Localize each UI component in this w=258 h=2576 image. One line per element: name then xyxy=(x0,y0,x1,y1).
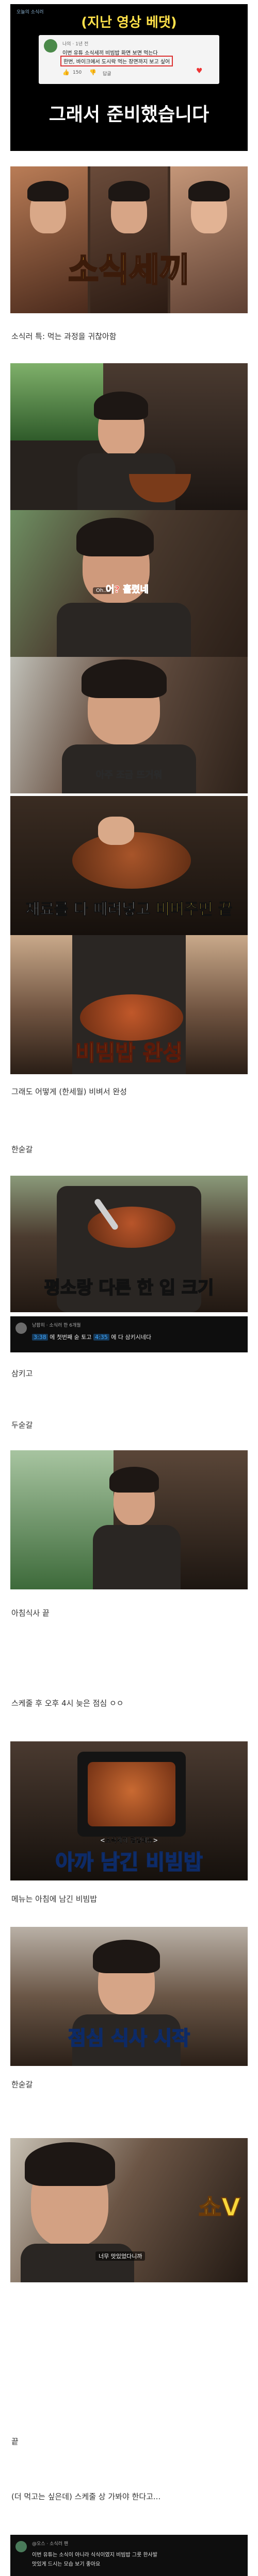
mixing-subtitle-yellow: 비벼주면 끝 xyxy=(155,901,233,919)
comment-username: 낭팝히 · 소식러 한 6개월 xyxy=(32,1323,81,1328)
title-soshik-sekki: 소식세끼 xyxy=(10,244,248,291)
menu-note: <소식세끼 점심메뉴> xyxy=(100,1837,158,1844)
caption-one-spoon-again: 한숟갈 xyxy=(11,2080,33,2089)
comment-text-suffix: 에 다 삼키시네다 xyxy=(111,1334,152,1341)
caption-menu: 메뉴는 아침에 남긴 비빔밥 xyxy=(11,1894,98,1904)
comment-box: 나의 · 1년 전 이번 유튜 소식세끼 비빔밥 화면 보면 먹는다 한번, 바… xyxy=(39,35,219,84)
previous-comment-header: (지난 영상 베댓) xyxy=(81,15,177,30)
frame-bibimbap-done: 비빔밥 완성 xyxy=(10,935,248,1074)
frame-mixing: 오늘의 소식러 재료를 다 때려넣고 비벼주면 끝 xyxy=(10,796,248,935)
thumbs-up-icon[interactable]: 👍 xyxy=(62,69,70,76)
timestamp-link-2[interactable]: 4:35 xyxy=(93,1334,109,1341)
food-bowl xyxy=(88,1207,175,1248)
comment-text: 3:38 에 첫번째 숟 토고 4:35 에 다 삼키시네다 xyxy=(32,1333,151,1341)
caption-mixed-finally: 그래도 어떻게 (한세월) 비벼서 완성 xyxy=(11,1087,127,1096)
hair xyxy=(82,659,167,698)
title-part-b: 세끼 xyxy=(128,251,191,291)
frame-spilled: Oh... 어? 흘렸네 xyxy=(10,510,248,657)
frame-bite-size: 평소랑 다른 한 입 크기 xyxy=(10,1176,248,1312)
frame-title-card: 오늘의 소식러 소식세끼 xyxy=(10,166,248,313)
bibimbap-done-subtitle: 비빔밥 완성 xyxy=(75,1040,183,1066)
frame-second-spoon xyxy=(10,1450,248,1589)
food-bowl xyxy=(72,832,191,889)
timestamp-comment-card: 낭팝히 · 소식러 한 6개월 3:38 에 첫번째 숟 토고 4:35 에 다… xyxy=(10,1316,248,1352)
hair xyxy=(93,1940,160,1973)
comment-text-line1: 이번 유튜는 소식이 아니라 식식이였지 비빔밥 그릇 한사발 xyxy=(32,2552,158,2558)
frame-leftover-bibimbap: <소식세끼 점심메뉴> 아까 남긴 비빔밥 xyxy=(10,1741,248,1880)
leftover-subtitle: 아까 남긴 비빔밥 xyxy=(55,1850,203,1875)
reply-button[interactable]: 답글 xyxy=(103,70,111,77)
mixing-subtitle-white: 재료를 다 때려넣고 xyxy=(25,901,156,919)
title-part-a: 소식 xyxy=(68,251,130,291)
apron xyxy=(57,603,191,657)
mixing-subtitle: 재료를 다 때려넣고 비벼주면 끝 xyxy=(10,896,248,919)
avatar xyxy=(44,39,57,53)
timestamp-link-1[interactable]: 3:38 xyxy=(32,1334,48,1341)
apron xyxy=(93,1525,181,1589)
frame-lunch-start: 점심 식사 시작 xyxy=(10,1927,248,2066)
comment-text-line2: 맛있게 드시는 모습 보기 좋아요 xyxy=(32,2562,101,2567)
avatar xyxy=(15,1323,27,1334)
caption-end: 끝 xyxy=(11,2437,19,2446)
avatar xyxy=(15,2541,27,2552)
lunch-start-subtitle: 점심 식사 시작 xyxy=(10,2022,248,2050)
closed-caption: 너무 맛있었다니까 xyxy=(95,2251,146,2261)
comment-text-line2: 한번, 바이크에서 도시락 먹는 장면까지 보고 싶어 xyxy=(60,56,173,66)
bite-size-subtitle: 평소랑 다른 한 입 크기 xyxy=(44,1277,215,1299)
caption-schedule: (더 먹고는 싶은데) 스케줄 상 가봐야 한다고... xyxy=(11,2492,161,2501)
caption-breakfast-done: 아침식사 끝 xyxy=(11,1608,50,1618)
hair-left xyxy=(27,181,69,201)
hot-subtitle: 아주 조금 뜨거워 xyxy=(95,770,163,781)
comment-highlight-text: 한번, 바이크에서 도시락 먹는 장면까지 보고 싶어 xyxy=(63,59,170,65)
frame-delicious: 쇼V 너무 맛있었다니까 xyxy=(10,2138,248,2282)
bottom-comment-card: @오스 · 소식러 팬 이번 유튜는 소식이 아니라 식식이였지 비빔밥 그릇 … xyxy=(10,2535,248,2576)
store-signage: 쇼V xyxy=(198,2193,241,2223)
hair-middle xyxy=(108,181,150,201)
hair xyxy=(109,1467,159,1493)
prepared-subtitle: 그래서 준비했습니다 xyxy=(49,104,209,125)
caption-swallow: 삼키고 xyxy=(11,1369,33,1378)
frame-hot: 아주 조금 뜨거워 xyxy=(10,657,248,793)
apron xyxy=(21,2244,134,2282)
car-window xyxy=(10,363,108,440)
food-bowl xyxy=(88,1762,175,1826)
hair-right xyxy=(188,181,230,201)
frame-car-scene xyxy=(10,363,248,510)
hair xyxy=(76,518,154,556)
comment-text-line1: 이번 유튜 소식세끼 비빔밥 화면 보면 먹는다 xyxy=(62,50,158,56)
caption-eating-process: 소식러 특: 먹는 과정을 귀찮아함 xyxy=(11,332,117,341)
caption-first-spoon: 한숟갈 xyxy=(11,1145,33,1154)
hand xyxy=(98,817,134,845)
hair xyxy=(94,392,148,420)
comment-username: @오스 · 소식러 팬 xyxy=(32,2541,69,2547)
comment-username: 나의 · 1년 전 xyxy=(62,42,89,47)
lunch-start-part-b: 시작 xyxy=(147,2026,190,2050)
heart-icon: ♥ xyxy=(196,67,203,75)
comment-text-mid: 에 첫번째 숟 토고 xyxy=(50,1334,92,1341)
caption-second-spoon: 두숟갈 xyxy=(11,1420,33,1430)
caption-late-lunch: 스케줄 후 오후 4시 늦은 점심 ㅇㅇ xyxy=(11,1699,124,1708)
like-count: 150 xyxy=(73,70,82,75)
lunch-start-part-a: 점심 식사 xyxy=(68,2026,148,2050)
food-bowl xyxy=(80,994,183,1041)
thumbs-down-icon[interactable]: 👎 xyxy=(89,69,96,76)
hair xyxy=(25,2142,115,2186)
spilled-subtitle: 어? 흘렸네 xyxy=(106,584,149,596)
frame-previous-comment: 오늘의 소식러 나의 · 1년 전 이번 유튜 소식세끼 비빔밥 화면 보면 먹… xyxy=(10,4,248,151)
